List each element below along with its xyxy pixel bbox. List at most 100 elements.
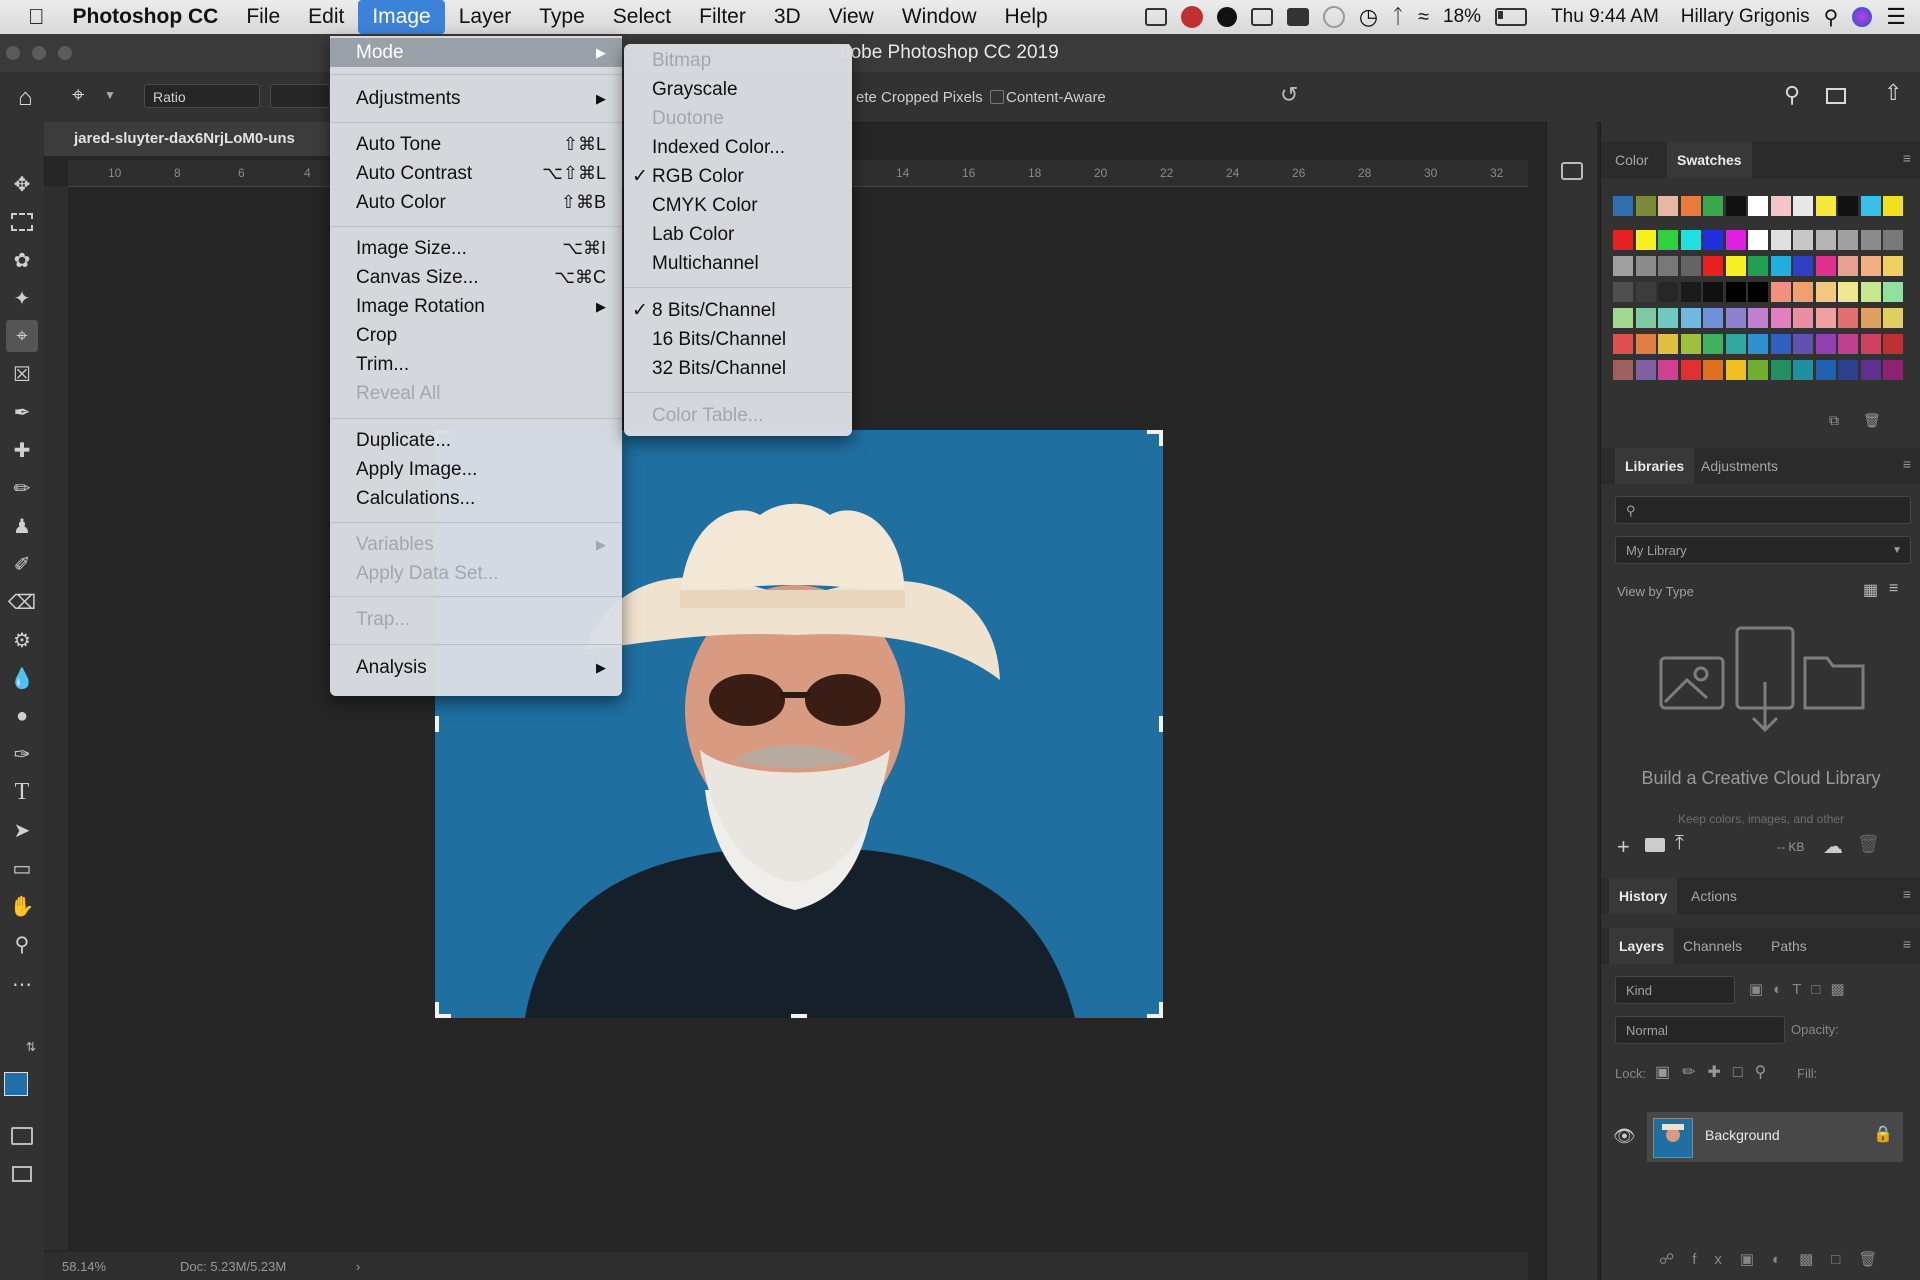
- lock-icons[interactable]: ▣✏✚□⚲: [1655, 1062, 1778, 1082]
- color-swatch[interactable]: [1725, 360, 1746, 380]
- search-icon[interactable]: ⚲: [1784, 82, 1800, 108]
- airplay-icon[interactable]: [1286, 8, 1309, 26]
- color-swatch[interactable]: [1635, 334, 1656, 354]
- mode-indexed-color[interactable]: Indexed Color...: [624, 133, 852, 162]
- visibility-eye-icon[interactable]: 👁: [1613, 1126, 1636, 1147]
- menu-image[interactable]: Image: [358, 0, 445, 34]
- color-swatch[interactable]: [1680, 360, 1701, 380]
- bluetooth-icon[interactable]: ᛏ: [1392, 6, 1404, 29]
- eyedropper-tool-icon[interactable]: ✒: [6, 396, 38, 428]
- tab-libraries[interactable]: Libraries: [1615, 448, 1695, 484]
- history-brush-tool-icon[interactable]: ✐: [6, 548, 38, 580]
- type-tool-icon[interactable]: T: [6, 776, 38, 808]
- tab-channels[interactable]: Channels: [1683, 928, 1742, 964]
- menu-3d[interactable]: 3D: [760, 0, 815, 34]
- menu-item-mode[interactable]: Mode ▶: [330, 38, 622, 67]
- color-swatch[interactable]: [1613, 230, 1633, 250]
- mode-multichannel[interactable]: Multichannel: [624, 249, 852, 278]
- crop-handle-left[interactable]: [435, 716, 439, 732]
- battery-percent[interactable]: 18%: [1443, 6, 1481, 28]
- color-swatch[interactable]: [1658, 230, 1678, 250]
- color-swatch[interactable]: [1815, 282, 1836, 302]
- color-swatch[interactable]: [1725, 308, 1746, 328]
- color-swatch[interactable]: [1815, 256, 1836, 276]
- tab-history[interactable]: History: [1609, 878, 1678, 914]
- color-swatch[interactable]: [1725, 256, 1746, 276]
- color-swatch[interactable]: [1613, 282, 1633, 302]
- ratio-select[interactable]: Ratio: [144, 84, 260, 108]
- hand-tool-icon[interactable]: ✋: [6, 890, 38, 922]
- layer-footer-icons[interactable]: ☍fx▣◐▩□🗑: [1659, 1250, 1895, 1268]
- color-swatch[interactable]: [1770, 256, 1791, 276]
- color-swatch[interactable]: [1860, 256, 1881, 276]
- menu-item-auto-tone[interactable]: Auto Tone ⇧⌘L: [330, 130, 622, 159]
- color-swatch[interactable]: [1680, 308, 1701, 328]
- color-swatch[interactable]: [1748, 334, 1768, 354]
- crop-handle-bl-v[interactable]: [435, 1002, 439, 1018]
- color-swatch[interactable]: [1635, 282, 1656, 302]
- healing-brush-tool-icon[interactable]: ✚: [6, 434, 38, 466]
- home-icon[interactable]: ⌂: [18, 84, 33, 112]
- panel-menu-icon[interactable]: ≡: [1903, 456, 1911, 472]
- crop-handle-bottom[interactable]: [791, 1014, 807, 1018]
- layer-name[interactable]: Background: [1705, 1127, 1780, 1143]
- color-swatch[interactable]: [1883, 334, 1903, 354]
- reset-icon[interactable]: ↺: [1280, 82, 1298, 108]
- notification-center-icon[interactable]: ☰: [1886, 4, 1906, 30]
- brush-tool-icon[interactable]: ✏: [6, 472, 38, 504]
- menu-item-image-rotation[interactable]: Image Rotation ▶: [330, 292, 622, 321]
- color-swatch[interactable]: [1748, 360, 1768, 380]
- color-swatch[interactable]: [1635, 230, 1656, 250]
- menu-select[interactable]: Select: [599, 0, 685, 34]
- mode-16-bits[interactable]: 16 Bits/Channel: [624, 325, 852, 354]
- clone-stamp-tool-icon[interactable]: ♟: [6, 510, 38, 542]
- zoom-level[interactable]: 58.14%: [62, 1259, 106, 1274]
- color-swatch[interactable]: [1613, 334, 1633, 354]
- color-swatch[interactable]: [1770, 334, 1791, 354]
- share-icon[interactable]: ⇧: [1884, 80, 1902, 106]
- color-swatch[interactable]: [1860, 308, 1881, 328]
- color-swatch[interactable]: [1793, 308, 1813, 328]
- marquee-tool-icon[interactable]: [6, 206, 38, 238]
- mode-cmyk-color[interactable]: CMYK Color: [624, 191, 852, 220]
- color-swatch[interactable]: [1658, 334, 1678, 354]
- quick-mask-icon[interactable]: [6, 1120, 38, 1152]
- color-swatch[interactable]: [1703, 196, 1723, 216]
- color-swatch[interactable]: [1748, 282, 1768, 302]
- color-swatch[interactable]: [1635, 360, 1656, 380]
- apple-icon[interactable]: : [0, 0, 59, 34]
- menu-filter[interactable]: Filter: [685, 0, 760, 34]
- paint-bucket-tool-icon[interactable]: ⚙: [6, 624, 38, 656]
- menu-file[interactable]: File: [232, 0, 294, 34]
- color-swatch[interactable]: [1680, 334, 1701, 354]
- menu-item-image-size[interactable]: Image Size... ⌥⌘I: [330, 234, 622, 263]
- upload-icon[interactable]: ⤒: [1675, 832, 1684, 855]
- panel-menu-icon[interactable]: ≡: [1903, 150, 1911, 166]
- color-swatch[interactable]: [1635, 196, 1656, 216]
- color-swatch[interactable]: [1770, 308, 1791, 328]
- mode-lab-color[interactable]: Lab Color: [624, 220, 852, 249]
- color-swatch[interactable]: [1703, 334, 1723, 354]
- menu-item-canvas-size[interactable]: Canvas Size... ⌥⌘C: [330, 263, 622, 292]
- color-swatch[interactable]: [1725, 196, 1746, 216]
- panel-menu-icon[interactable]: ≡: [1903, 936, 1911, 952]
- zoom-tool-icon[interactable]: ⚲: [6, 928, 38, 960]
- color-swatch[interactable]: [1793, 334, 1813, 354]
- app-status-icon[interactable]: [1216, 7, 1237, 27]
- blur-tool-icon[interactable]: 💧: [6, 662, 38, 694]
- color-swatch[interactable]: [1838, 308, 1858, 328]
- menu-layer[interactable]: Layer: [445, 0, 526, 34]
- color-swatch[interactable]: [1680, 256, 1701, 276]
- color-swatch[interactable]: [1748, 196, 1768, 216]
- color-swatch[interactable]: [1883, 308, 1903, 328]
- color-swatch[interactable]: [1725, 230, 1746, 250]
- color-swatch[interactable]: [1613, 256, 1633, 276]
- color-swatch[interactable]: [1883, 282, 1903, 302]
- menu-view[interactable]: View: [815, 0, 888, 34]
- menu-item-duplicate[interactable]: Duplicate...: [330, 426, 622, 455]
- creative-cloud-icon[interactable]: [1180, 6, 1203, 28]
- content-aware-checkbox[interactable]: [990, 90, 1004, 104]
- view-by-type-select[interactable]: View by Type: [1617, 584, 1694, 599]
- color-swatch[interactable]: [1658, 282, 1678, 302]
- menu-item-crop[interactable]: Crop: [330, 321, 622, 350]
